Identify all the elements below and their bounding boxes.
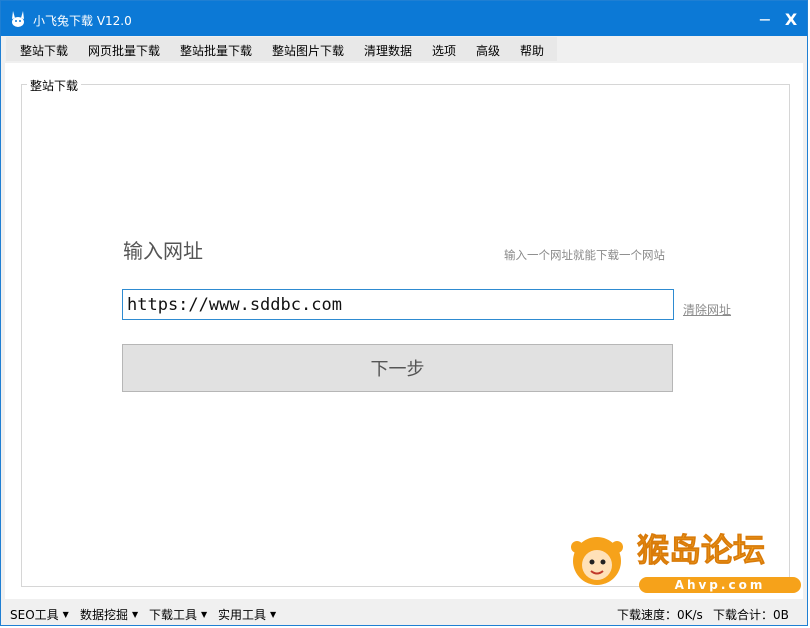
seo-tools-menu[interactable]: SEO工具 ▼	[10, 606, 69, 623]
window-title: 小飞兔下载 V12.0	[33, 14, 132, 28]
watermark-text: 猴岛论坛	[637, 531, 765, 569]
seo-tools-caret-icon: ▼	[62, 610, 69, 619]
menu-site-batch-download[interactable]: 整站批量下载	[180, 42, 252, 59]
url-hint: 输入一个网址就能下载一个网站	[504, 248, 665, 262]
status-bar: SEO工具 ▼ 数据挖掘 ▼ 下载工具 ▼ 实用工具 ▼ 下载速度：0K/s 下载合计：…	[1, 599, 807, 625]
group-label: 整站下载	[27, 77, 82, 94]
url-input[interactable]	[122, 289, 674, 320]
minimize-button[interactable]: −	[751, 5, 779, 33]
clear-url-link[interactable]: 清除网址	[683, 301, 731, 318]
site-download-group	[21, 84, 790, 587]
menu-help[interactable]: 帮助	[520, 42, 544, 59]
menu-advanced[interactable]: 高级	[476, 42, 500, 59]
data-mining-label: 数据挖掘	[80, 608, 129, 622]
watermark-subtext: Ahvp.com	[675, 578, 766, 592]
close-button[interactable]: X	[777, 5, 805, 33]
utility-tools-caret-icon: ▼	[270, 610, 277, 619]
title-bar[interactable]: 小飞兔下载 V12.0 − X	[1, 1, 807, 36]
app-window: 小飞兔下载 V12.0 − X 整站下载 网页批量下载 整站批量下载 整站图片下…	[0, 0, 808, 626]
utility-tools-label: 实用工具	[218, 608, 267, 622]
download-tools-menu[interactable]: 下载工具 ▼	[149, 606, 207, 623]
download-total: 下载合计：0B	[713, 608, 789, 622]
download-tools-label: 下载工具	[149, 608, 198, 622]
menu-options[interactable]: 选项	[432, 42, 456, 59]
menu-clear-data[interactable]: 清理数据	[364, 42, 412, 59]
main-panel: 整站下载 输入网址 输入一个网址就能下载一个网站 清除网址 下一步 猴岛论坛 A…	[5, 63, 803, 599]
rabbit-logo-icon	[12, 11, 24, 27]
data-mining-caret-icon: ▼	[132, 610, 139, 619]
menu-site-image-download[interactable]: 整站图片下载	[272, 42, 344, 59]
download-speed: 下载速度：0K/s	[617, 608, 703, 622]
data-mining-menu[interactable]: 数据挖掘 ▼	[80, 606, 138, 623]
seo-tools-label: SEO工具	[10, 608, 59, 622]
menu-bar: 整站下载 网页批量下载 整站批量下载 整站图片下载 清理数据 选项 高级 帮助	[6, 37, 557, 61]
next-step-button[interactable]: 下一步	[122, 344, 673, 392]
menu-site-download[interactable]: 整站下载	[20, 42, 68, 59]
houdao-forum-watermark: 猴岛论坛 Ahvp.com	[571, 531, 801, 593]
download-tools-caret-icon: ▼	[201, 610, 208, 619]
url-heading: 输入网址	[123, 239, 203, 263]
utility-tools-menu[interactable]: 实用工具 ▼	[218, 606, 276, 623]
menu-page-batch-download[interactable]: 网页批量下载	[88, 42, 160, 59]
